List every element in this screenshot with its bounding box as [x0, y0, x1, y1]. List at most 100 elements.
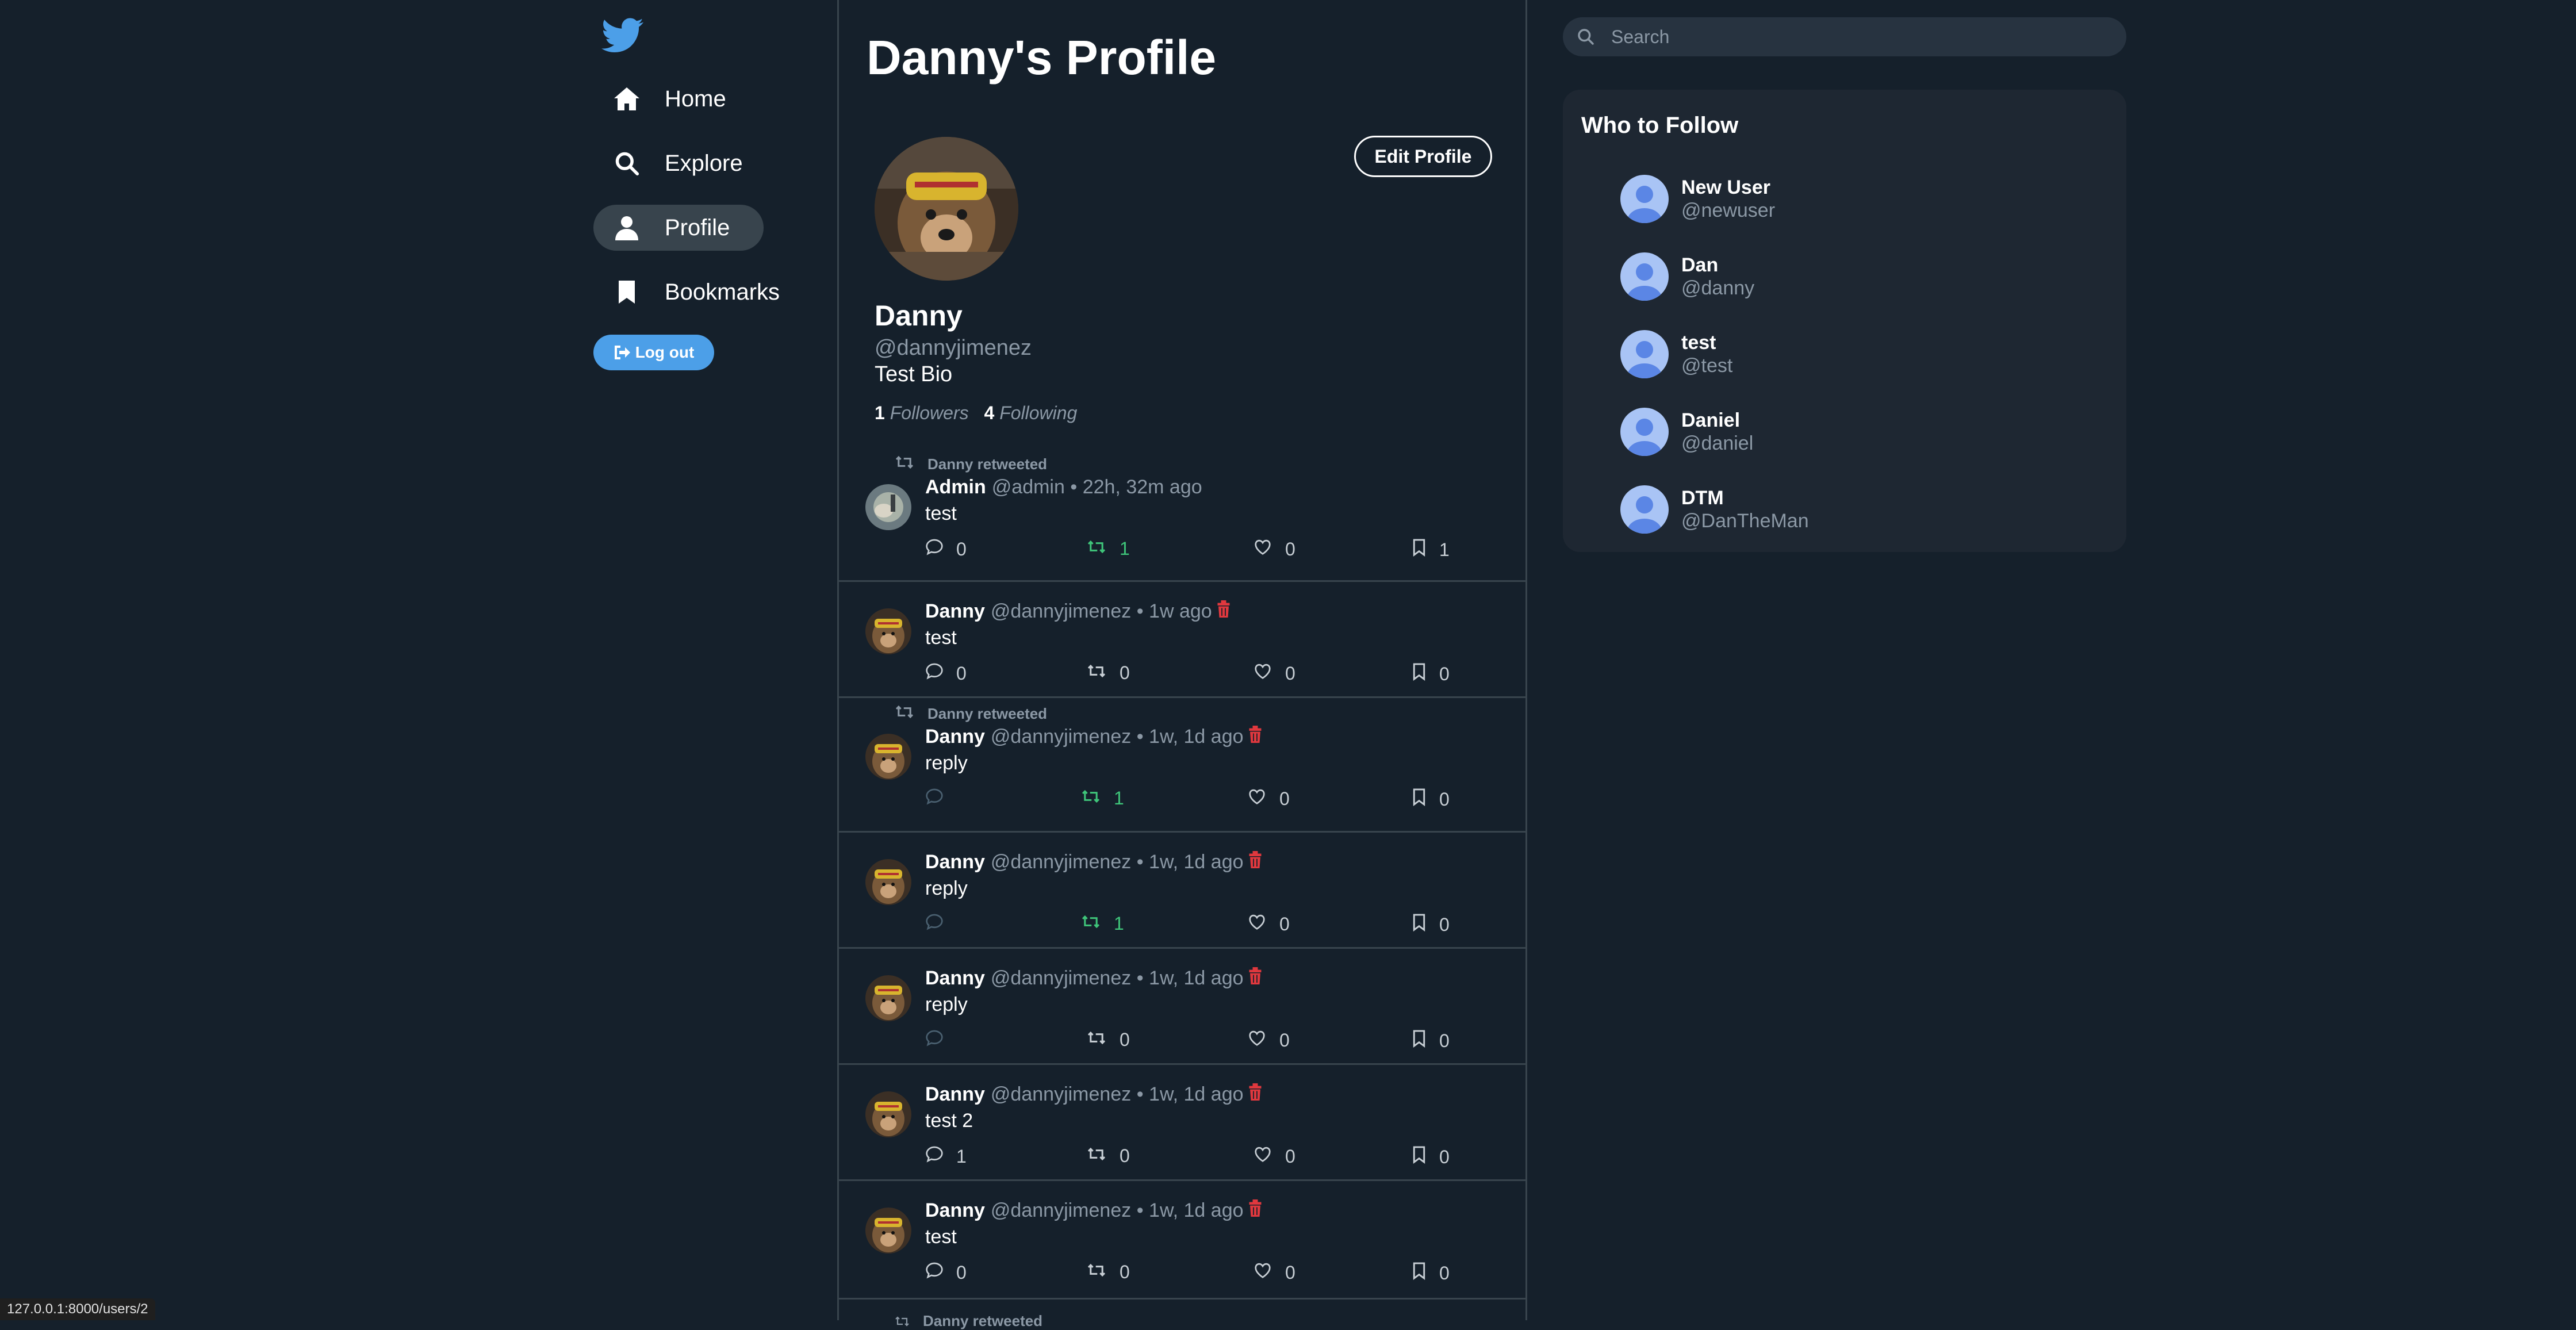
delete-icon[interactable] [1248, 1199, 1262, 1222]
follow-suggestion[interactable]: test @test [1620, 325, 1732, 383]
avatar[interactable] [865, 1208, 911, 1254]
tweet[interactable]: Danny @dannyjimenez • 1w, 1d ago reply 0… [839, 949, 1525, 1065]
retweet-count: 0 [1120, 1029, 1130, 1050]
tweet-author[interactable]: Admin [925, 476, 986, 499]
bookmark-button[interactable]: 0 [1412, 913, 1450, 936]
reply-button[interactable]: 0 [925, 1262, 967, 1283]
nav-explore-label: Explore [665, 150, 743, 176]
suggestion-name[interactable]: DTM [1681, 486, 1809, 509]
search-input[interactable] [1610, 25, 2107, 48]
like-button[interactable]: 0 [1247, 788, 1290, 810]
reply-button[interactable]: 0 [925, 538, 967, 560]
tweet-text: test 2 [925, 1110, 973, 1132]
bookmark-button[interactable]: 0 [1412, 788, 1450, 811]
delete-icon[interactable] [1248, 1083, 1262, 1106]
avatar[interactable] [865, 859, 911, 905]
bookmark-count: 1 [1439, 539, 1450, 560]
like-button[interactable]: 0 [1253, 1262, 1295, 1283]
tweet[interactable]: Danny @dannyjimenez • 1w, 1d ago test 0 … [839, 1181, 1525, 1300]
avatar[interactable] [865, 975, 911, 1021]
bookmark-button[interactable]: 0 [1412, 1145, 1450, 1168]
profile-handle: @dannyjimenez [875, 336, 1032, 360]
tweet[interactable]: Danny retweeted Admin @admin • 22h, 32m … [839, 449, 1525, 582]
retweet-button[interactable]: 1 [1086, 538, 1130, 559]
tweet[interactable]: Danny @dannyjimenez • 1w ago test 0 0 0 … [839, 582, 1525, 698]
avatar[interactable] [865, 734, 911, 780]
delete-icon[interactable] [1248, 851, 1262, 873]
tweet-time: • 1w, 1d ago [1136, 851, 1244, 873]
nav-home-label: Home [665, 86, 726, 112]
retweet-button[interactable]: 0 [1086, 1262, 1130, 1283]
retweet-button[interactable]: 1 [1080, 788, 1124, 809]
follow-suggestion[interactable]: Daniel @daniel [1620, 403, 1753, 461]
like-button[interactable]: 0 [1247, 1029, 1290, 1051]
bookmark-count: 0 [1439, 1146, 1450, 1167]
edit-profile-button[interactable]: Edit Profile [1354, 136, 1492, 177]
like-button[interactable]: 0 [1253, 538, 1295, 560]
delete-icon[interactable] [1217, 600, 1230, 623]
nav-bookmarks[interactable]: Bookmarks [593, 269, 799, 315]
tweet-handle: @dannyjimenez [990, 967, 1132, 989]
retweet-button[interactable]: 0 [1086, 662, 1130, 684]
followers-label[interactable]: Followers [890, 403, 969, 423]
nav-profile[interactable]: Profile [593, 205, 764, 251]
bookmark-button[interactable]: 1 [1412, 538, 1450, 561]
suggestion-name[interactable]: Dan [1681, 254, 1754, 277]
delete-icon[interactable] [1248, 726, 1262, 748]
suggestion-name[interactable]: Daniel [1681, 409, 1753, 432]
twitter-bird-icon[interactable] [601, 17, 644, 54]
suggestion-name[interactable]: New User [1681, 176, 1775, 199]
reply-icon [925, 538, 956, 560]
suggestion-handle: @newuser [1681, 200, 1776, 221]
tweet-author[interactable]: Danny [925, 1199, 985, 1222]
tweet-handle: @dannyjimenez [990, 726, 1132, 748]
reply-button[interactable] [925, 788, 956, 810]
like-button[interactable]: 0 [1253, 1145, 1295, 1167]
nav-explore[interactable]: Explore [593, 140, 762, 186]
follow-suggestion[interactable]: Dan @danny [1620, 248, 1754, 305]
tweet-handle: @dannyjimenez [990, 851, 1132, 873]
following-label[interactable]: Following [999, 403, 1077, 423]
user-icon [613, 214, 641, 242]
tweet-author[interactable]: Danny [925, 1083, 985, 1106]
bookmark-button[interactable]: 0 [1412, 662, 1450, 685]
follow-suggestion[interactable]: New User @newuser [1620, 170, 1775, 228]
search-bar[interactable] [1563, 17, 2126, 56]
retweet-button[interactable]: 1 [1080, 913, 1124, 934]
retweet-count: 1 [1120, 538, 1130, 559]
retweet-button[interactable]: 0 [1086, 1029, 1130, 1051]
avatar[interactable] [865, 608, 911, 654]
avatar[interactable] [865, 1091, 911, 1137]
logout-button[interactable]: Log out [593, 335, 714, 370]
delete-icon[interactable] [1248, 967, 1262, 990]
tweet[interactable]: Danny retweeted Danny @dannyjimenez • 1w… [839, 698, 1525, 833]
tweet-text: test [925, 1226, 957, 1248]
retweet-button[interactable]: 0 [1086, 1145, 1130, 1167]
tweet[interactable]: Danny @dannyjimenez • 1w, 1d ago test 2 … [839, 1065, 1525, 1181]
tweet-author[interactable]: Danny [925, 967, 985, 990]
like-button[interactable]: 0 [1253, 662, 1295, 684]
tweet-author[interactable]: Danny [925, 726, 985, 748]
reply-button[interactable] [925, 1029, 956, 1051]
bookmark-button[interactable]: 0 [1412, 1029, 1450, 1052]
followers-count[interactable]: 1 [875, 403, 885, 423]
tweet-author[interactable]: Danny [925, 851, 985, 873]
reply-button[interactable]: 1 [925, 1145, 967, 1167]
suggestion-name[interactable]: test [1681, 331, 1732, 354]
nav-home[interactable]: Home [593, 76, 746, 122]
suggestion-handle: @test [1681, 355, 1733, 377]
following-count[interactable]: 4 [984, 403, 995, 423]
avatar[interactable] [865, 484, 911, 530]
like-button[interactable]: 0 [1247, 913, 1290, 935]
reply-count: 0 [956, 538, 967, 559]
tweet-handle: @dannyjimenez [990, 1083, 1132, 1105]
bookmark-button[interactable]: 0 [1412, 1262, 1450, 1285]
tweet[interactable]: Danny @dannyjimenez • 1w, 1d ago reply 1… [839, 833, 1525, 949]
reply-button[interactable]: 0 [925, 662, 967, 684]
reply-icon [925, 1145, 956, 1167]
reply-button[interactable] [925, 913, 956, 935]
follow-suggestion[interactable]: DTM @DanTheMan [1620, 481, 1809, 538]
retweet-indicator-label: Danny retweeted [923, 1312, 1043, 1329]
bookmark-count: 0 [1439, 914, 1450, 935]
tweet-author[interactable]: Danny [925, 600, 985, 623]
